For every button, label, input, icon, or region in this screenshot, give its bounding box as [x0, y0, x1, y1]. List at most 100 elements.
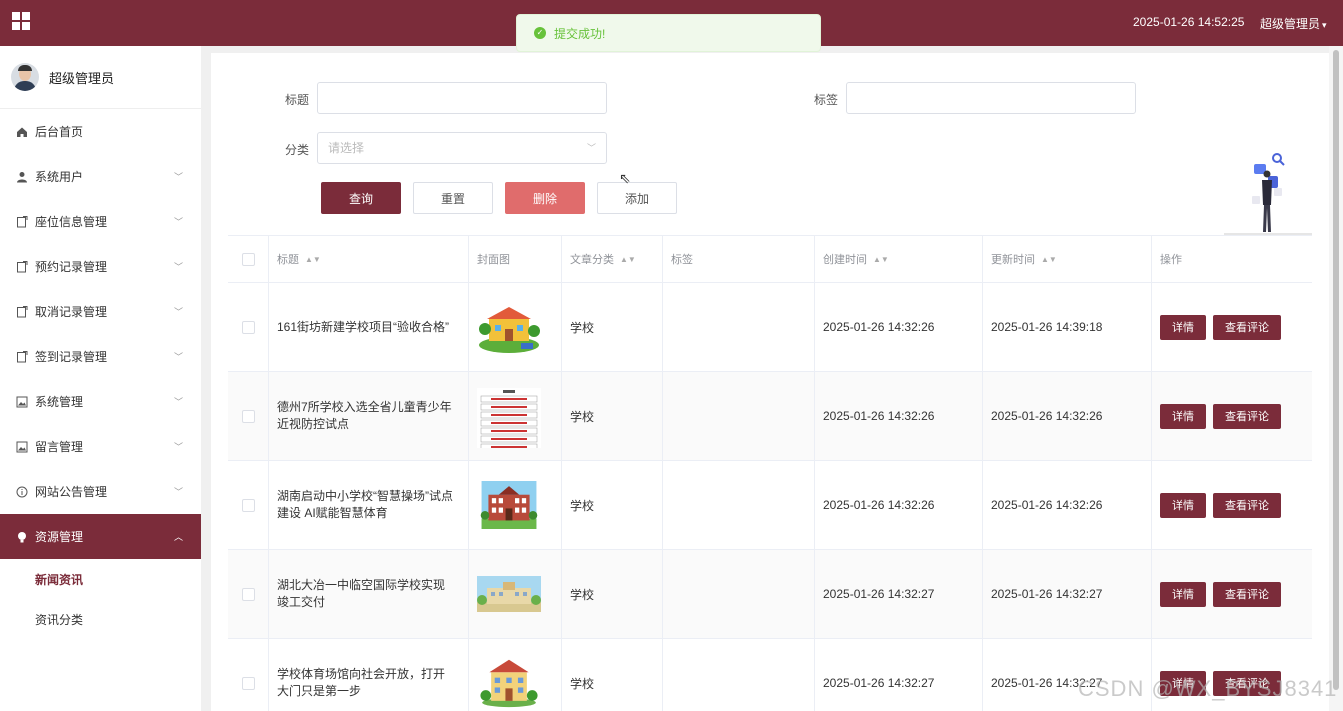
main-panel: 标题 标签 分类 请选择 ﹀ 查询 重置 删除 添加 标题 ▲▼ 封面图 文章分类… [211, 53, 1329, 711]
row-checkbox[interactable] [241, 676, 255, 690]
profile-name: 超级管理员 [49, 70, 115, 86]
user-icon [16, 171, 28, 183]
detail-button[interactable]: 详情 [1160, 492, 1206, 518]
row-updated: 2025-01-26 14:32:27 [983, 550, 1152, 638]
chevron-down-icon: ▾ [1322, 20, 1327, 30]
sidebar-item-label: 后台首页 [35, 125, 84, 139]
sidebar-item-reservations[interactable]: 预约记录管理 ﹀ [0, 244, 201, 289]
chevron-down-icon: ﹀ [586, 143, 596, 153]
category-select[interactable]: 请选择 ﹀ [317, 132, 607, 164]
query-button[interactable]: 查询 [321, 182, 401, 214]
csdn-watermark: CSDN @WX_BYSJ8341 [1078, 676, 1338, 701]
sidebar-subitem-news[interactable]: 新闻资讯 [0, 559, 201, 599]
sort-icon: ▲▼ [305, 254, 321, 264]
row-category: 学校 [562, 550, 663, 638]
picture-icon [16, 396, 28, 408]
view-comments-button[interactable]: 查看评论 [1213, 492, 1281, 518]
category-select-placeholder: 请选择 [328, 141, 365, 155]
view-comments-button[interactable]: 查看评论 [1213, 403, 1281, 429]
row-title: 湖北大冶一中临空国际学校实现竣工交付 [269, 550, 469, 638]
row-category: 学校 [562, 372, 663, 460]
sidebar-item-seats[interactable]: 座位信息管理 ﹀ [0, 199, 201, 244]
row-updated: 2025-01-26 14:32:26 [983, 461, 1152, 549]
detail-button[interactable]: 详情 [1160, 403, 1206, 429]
chevron-down-icon: ﹀ [173, 307, 183, 317]
chevron-down-icon: ﹀ [173, 487, 183, 497]
detail-button[interactable]: 详情 [1160, 581, 1206, 607]
cover-image [480, 659, 538, 708]
header-updated[interactable]: 更新时间 ▲▼ [983, 236, 1152, 282]
sidebar-item-system[interactable]: 系统管理 ﹀ [0, 379, 201, 424]
chevron-down-icon: ﹀ [173, 217, 183, 227]
sidebar-item-resources[interactable]: 资源管理 ︿ [0, 514, 201, 559]
reset-button[interactable]: 重置 [413, 182, 493, 214]
chevron-down-icon: ﹀ [173, 262, 183, 272]
doc-icon [16, 305, 28, 318]
tag-filter-input[interactable] [846, 82, 1136, 114]
view-comments-button[interactable]: 查看评论 [1213, 581, 1281, 607]
row-tag [663, 461, 815, 549]
sidebar-subitem-news-category[interactable]: 资讯分类 [0, 599, 201, 639]
header-created[interactable]: 创建时间 ▲▼ [815, 236, 983, 282]
title-filter-input[interactable] [317, 82, 607, 114]
sidebar-item-cancellations[interactable]: 取消记录管理 ﹀ [0, 289, 201, 334]
row-created: 2025-01-26 14:32:27 [815, 639, 983, 711]
header-datetime: 2025-01-26 14:52:25 [1133, 15, 1245, 29]
sidebar-item-label: 预约记录管理 [35, 260, 108, 274]
row-checkbox[interactable] [241, 587, 255, 601]
sort-icon: ▲▼ [620, 254, 636, 264]
add-button[interactable]: 添加 [597, 182, 677, 214]
sort-icon: ▲▼ [1041, 254, 1057, 264]
sidebar-profile: 超级管理员 [0, 46, 201, 109]
delete-button[interactable]: 删除 [505, 182, 585, 214]
sidebar-item-home[interactable]: 后台首页 [0, 109, 201, 154]
scrollbar-thumb[interactable] [1333, 50, 1339, 690]
detail-button[interactable]: 详情 [1160, 314, 1206, 340]
table-row: 161街坊新建学校项目“验收合格” 学校 2025-01-26 14:32:26… [228, 283, 1312, 372]
chevron-up-icon: ︿ [173, 532, 183, 542]
view-comments-button[interactable]: 查看评论 [1213, 314, 1281, 340]
sidebar-item-announcements[interactable]: 网站公告管理 ﹀ [0, 469, 201, 514]
header-user-dropdown[interactable]: 超级管理员 ▾ [1260, 15, 1327, 32]
table-row: 湖南启动中小学校“智慧操场”试点建设 AI赋能智慧体育 学校 2025-01-2… [228, 461, 1312, 550]
row-created: 2025-01-26 14:32:26 [815, 461, 983, 549]
search-person-illustration [1224, 153, 1312, 235]
header-title[interactable]: 标题 ▲▼ [269, 236, 469, 282]
cover-image [480, 481, 538, 529]
page-scrollbar[interactable] [1329, 46, 1343, 711]
sidebar-item-label: 网站公告管理 [35, 485, 108, 499]
sidebar-item-label: 系统管理 [35, 395, 84, 409]
select-all-checkbox[interactable] [241, 252, 255, 266]
header-cover: 封面图 [469, 236, 562, 282]
chevron-down-icon: ﹀ [173, 397, 183, 407]
menu-grid-icon[interactable] [12, 12, 30, 30]
row-checkbox[interactable] [241, 409, 255, 423]
sidebar-item-checkins[interactable]: 签到记录管理 ﹀ [0, 334, 201, 379]
row-tag [663, 372, 815, 460]
mouse-cursor-icon: ⇖ [619, 170, 631, 186]
category-filter-label: 分类 [285, 143, 310, 157]
sidebar-item-users[interactable]: 系统用户 ﹀ [0, 154, 201, 199]
picture-icon [16, 441, 28, 453]
sidebar: 超级管理员 后台首页 系统用户 ﹀ 座位信息管理 ﹀ 预约记录管理 ﹀ 取消记录… [0, 46, 201, 711]
title-filter-label: 标题 [285, 93, 310, 107]
table-row: 湖北大冶一中临空国际学校实现竣工交付 学校 2025-01-26 14:32:2… [228, 550, 1312, 639]
row-checkbox[interactable] [241, 498, 255, 512]
header-category[interactable]: 文章分类 ▲▼ [562, 236, 663, 282]
row-category: 学校 [562, 639, 663, 711]
row-tag [663, 550, 815, 638]
table-row: 德州7所学校入选全省儿童青少年近视防控试点 学校 2025-01-26 14:3… [228, 372, 1312, 461]
row-checkbox[interactable] [241, 320, 255, 334]
cover-image [477, 576, 541, 612]
row-title: 湖南启动中小学校“智慧操场”试点建设 AI赋能智慧体育 [269, 461, 469, 549]
row-title: 161街坊新建学校项目“验收合格” [269, 283, 469, 371]
home-icon [16, 126, 28, 138]
sidebar-item-label: 签到记录管理 [35, 350, 108, 364]
sidebar-item-messages[interactable]: 留言管理 ﹀ [0, 424, 201, 469]
cover-image [479, 307, 540, 353]
news-table: 标题 ▲▼ 封面图 文章分类 ▲▼ 标签 创建时间 ▲▼ 更新时间 ▲▼ 操作 161街… [228, 235, 1312, 711]
chevron-down-icon: ﹀ [173, 442, 183, 452]
sidebar-item-label: 座位信息管理 [35, 215, 108, 229]
bulb-icon [16, 531, 28, 543]
sidebar-item-label: 系统用户 [35, 170, 84, 184]
